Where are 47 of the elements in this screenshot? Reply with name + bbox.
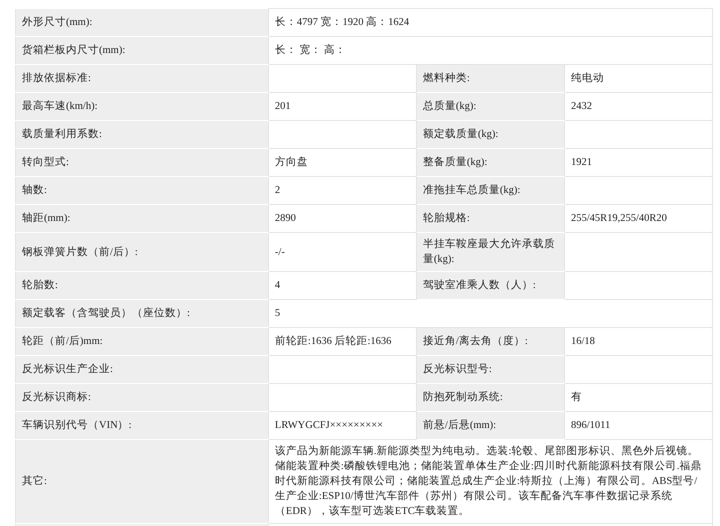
field-value: 16/18: [570, 336, 595, 347]
field-value: 长： 宽： 高：: [274, 45, 346, 56]
field-label: 轴数:: [22, 185, 47, 196]
field-label: 防抱死制动系统:: [422, 392, 503, 403]
field-value: 4: [274, 280, 280, 291]
field-label: 总质量(kg):: [422, 101, 476, 112]
field-label: 最高车速(km/h):: [22, 101, 98, 112]
field-label: 额定载客（含驾驶员）（座位数）:: [22, 308, 190, 319]
field-value: 纯电动: [570, 73, 604, 84]
field-value: 方向盘: [274, 157, 308, 168]
field-label: 反光标识型号:: [422, 364, 492, 375]
field-value: 201: [274, 101, 291, 112]
field-label: 其它:: [22, 476, 47, 487]
field-value: 有: [570, 392, 582, 403]
field-label: 轮胎规格:: [422, 213, 470, 224]
field-label: 前悬/后悬(mm):: [422, 420, 496, 431]
field-label: 轮距（前/后)mm:: [22, 336, 103, 347]
field-label: 准拖挂车总质量(kg):: [422, 185, 520, 196]
field-value: 前轮距:1636 后轮距:1636: [274, 336, 392, 347]
field-value: 长：4797 宽：1920 高：1624: [274, 17, 410, 28]
field-value: 该产品为新能源车辆.新能源类型为纯电动。选装:轮毂、尾部图形标识、黑色外后视镜。储能装置种类:磷酸铁锂电池；储能装置单体生产企业:四川时代新能源科技有限公司.福鼎时代新能源科技有限公司；储能装置总成生产企业:特斯拉（上海）有限公司。ABS型号/生产企业:ESP10/博世汽车部件（苏州）有限公司。该车配备汽车事件数据记录系统（EDR），该车型可选装ETC车载装置。: [274, 446, 702, 517]
field-label: 半挂车鞍座最大允许承载质量(kg):: [422, 239, 555, 265]
field-value: LRWYGCFJ×××××××××: [274, 420, 384, 431]
field-label: 燃料种类:: [422, 73, 470, 84]
field-label: 轴距(mm):: [22, 213, 70, 224]
field-value: 896/1011: [570, 420, 610, 431]
field-value: 2: [274, 185, 280, 196]
field-label: 转向型式:: [22, 157, 69, 168]
field-value: 2432: [570, 101, 592, 112]
field-label: 钢板弹簧片数（前/后）:: [22, 246, 138, 258]
field-label: 排放依据标准:: [22, 73, 91, 84]
field-value: -/-: [274, 246, 285, 258]
field-value: 2890: [274, 213, 296, 224]
field-label: 外形尺寸(mm):: [22, 17, 92, 28]
field-label: 车辆识别代号（VIN）:: [22, 420, 132, 431]
field-value: 1921: [570, 157, 592, 168]
field-label: 轮胎数:: [22, 280, 58, 291]
field-label: 整备质量(kg):: [422, 157, 488, 168]
field-label: 额定载质量(kg):: [422, 129, 498, 140]
field-label: 载质量利用系数:: [22, 129, 102, 140]
field-value: 5: [274, 308, 280, 319]
field-label: 反光标识生产企业:: [22, 364, 113, 375]
field-label: 驾驶室准乘人数（人）:: [422, 280, 536, 291]
field-label: 货箱栏板内尺寸(mm):: [22, 45, 126, 56]
field-label: 反光标识商标:: [22, 392, 91, 403]
field-label: 接近角/离去角（度）:: [422, 336, 528, 347]
field-value: 255/45R19,255/40R20: [570, 213, 667, 224]
